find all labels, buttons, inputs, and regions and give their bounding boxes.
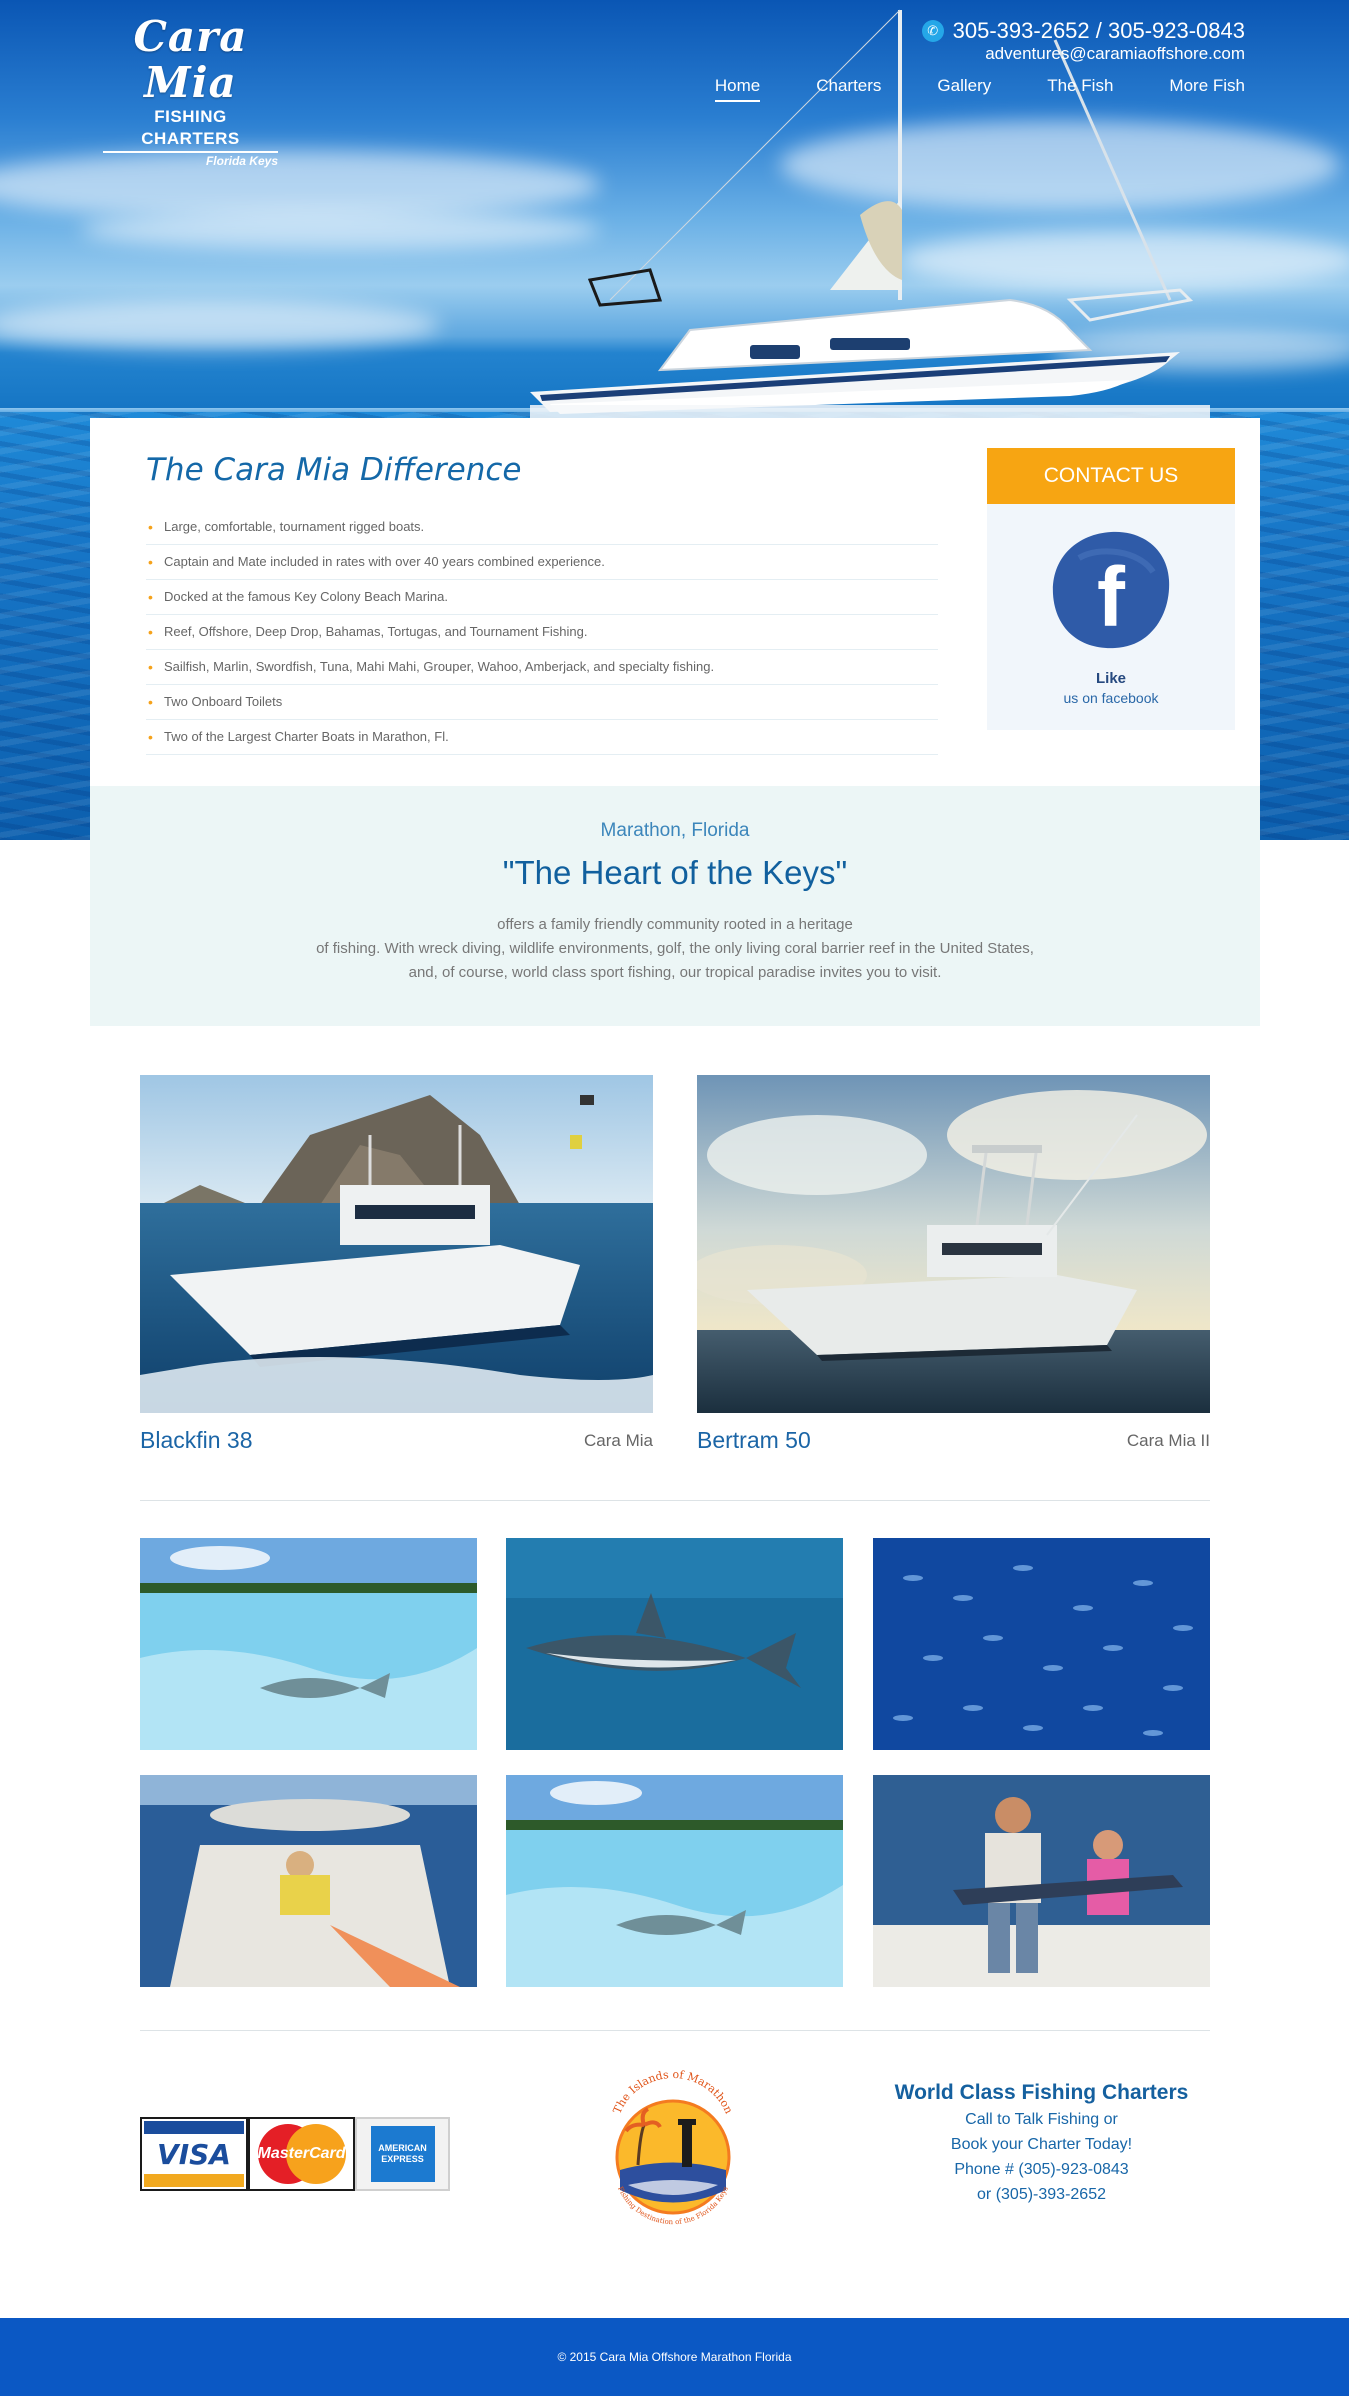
phone-icon: ✆ (921, 20, 944, 42)
logo-title: Cara Mia (133, 12, 248, 107)
feature-item: Captain and Mate included in rates with … (146, 545, 938, 580)
visa-label: VISA (157, 2137, 231, 2171)
heart-paragraph: offers a family friendly community roote… (90, 913, 1260, 985)
main-nav: Home Charters Gallery The Fish More Fish (659, 76, 1245, 102)
world-heading: World Class Fishing Charters (894, 2081, 1189, 2104)
boat-photo[interactable] (140, 1075, 653, 1413)
nav-more-fish[interactable]: More Fish (1169, 76, 1245, 102)
heart-of-keys-band: Marathon, Florida "The Heart of the Keys… (90, 786, 1260, 1026)
heart-title: "The Heart of the Keys" (502, 854, 848, 891)
mastercard-icon: MasterCard (248, 2117, 355, 2191)
footer: © 2015 Cara Mia Offshore Marathon Florid… (0, 2318, 1349, 2396)
nav-home[interactable]: Home (714, 76, 761, 102)
mastercard-label: MasterCard (257, 2145, 346, 2162)
world-phone-1[interactable]: Phone # (305)-923-0843 (880, 2157, 1203, 2182)
boat-card-bertram[interactable]: Bertram 50 Cara Mia II (697, 1075, 1210, 1453)
boat-name[interactable]: Blackfin 38 (140, 1427, 253, 1454)
cloud (0, 300, 440, 350)
world-line: Call to Talk Fishing or (965, 2111, 1118, 2128)
feature-item: Sailfish, Marlin, Swordfish, Tuna, Mahi … (146, 650, 938, 685)
gallery-image-shark[interactable] (506, 1538, 843, 1750)
boat-subtitle: Cara Mia II (1126, 1431, 1210, 1450)
logo-tagline: Florida Keys (205, 154, 278, 168)
feature-item: Reef, Offshore, Deep Drop, Bahamas, Tort… (146, 615, 938, 650)
world-line: Book your Charter Today! (950, 2136, 1133, 2153)
nav-the-fish[interactable]: The Fish (1047, 76, 1113, 102)
contact-us-button[interactable]: CONTACT US (987, 448, 1235, 504)
boat-photo[interactable] (697, 1075, 1210, 1413)
feature-item: Docked at the famous Key Colony Beach Ma… (146, 580, 938, 615)
facebook-icon[interactable]: f (1049, 528, 1173, 652)
feature-item: Large, comfortable, tournament rigged bo… (146, 510, 938, 545)
boat-name[interactable]: Bertram 50 (697, 1427, 811, 1454)
boat-subtitle: Cara Mia (584, 1431, 653, 1450)
facebook-like-label[interactable]: Like (987, 670, 1235, 687)
difference-title: The Cara Mia Difference (146, 452, 522, 488)
world-class-contact: World Class Fishing Charters Call to Tal… (880, 2079, 1203, 2207)
heart-line: offers a family friendly community roote… (497, 916, 853, 933)
gallery-image-fish-shallows-2[interactable] (506, 1775, 843, 1987)
payment-cards: VISA MasterCard AMERICAN EXPRESS (140, 2117, 450, 2191)
footer-copyright: © 2015 Cara Mia Offshore Marathon Florid… (557, 2350, 792, 2364)
world-phone-2[interactable]: or (305)-393-2652 (880, 2182, 1203, 2207)
section-divider (140, 2030, 1210, 2031)
facebook-like-sub[interactable]: us on facebook (987, 690, 1235, 706)
header-contact: ✆ 305-393-2652 / 305-923-0843 adventures… (921, 18, 1245, 64)
feature-list: Large, comfortable, tournament rigged bo… (146, 510, 938, 755)
header-email[interactable]: adventures@caramiaoffshore.com (922, 44, 1245, 64)
header-phones[interactable]: 305-393-2652 / 305-923-0843 (953, 18, 1245, 44)
islands-of-marathon-logo: The Islands of Marathon Fishing Destinat… (611, 2068, 736, 2226)
nav-charters[interactable]: Charters (816, 76, 881, 102)
logo-subtitle: FISHING CHARTERS (103, 106, 278, 153)
gallery-image-fish-school[interactable] (873, 1538, 1210, 1750)
amex-label: AMERICAN EXPRESS (370, 2126, 435, 2182)
section-divider (140, 1500, 1210, 1501)
gallery-image-catch[interactable] (873, 1775, 1210, 1987)
heart-subtitle: Marathon, Florida (600, 820, 750, 841)
facebook-letter: f (1097, 550, 1126, 644)
heart-line: and, of course, world class sport fishin… (408, 964, 942, 981)
gallery-image-boat-deck[interactable] (140, 1775, 477, 1987)
feature-item: Two Onboard Toilets (146, 685, 938, 720)
difference-panel: The Cara Mia Difference Large, comfortab… (90, 418, 1260, 786)
heart-line: of fishing. With wreck diving, wildlife … (316, 940, 1034, 957)
feature-item: Two of the Largest Charter Boats in Mara… (146, 720, 938, 755)
contact-box: CONTACT US f Like us on facebook (987, 448, 1235, 730)
cloud (80, 210, 600, 250)
logo[interactable]: Cara Mia FISHING CHARTERS Florida Keys (103, 14, 278, 169)
boat-card-blackfin[interactable]: Blackfin 38 Cara Mia (140, 1075, 653, 1453)
visa-card-icon: VISA (140, 2117, 248, 2191)
nav-gallery[interactable]: Gallery (937, 76, 991, 102)
gallery-image-fish-shallows[interactable] (140, 1538, 477, 1750)
amex-card-icon: AMERICAN EXPRESS (355, 2117, 450, 2191)
